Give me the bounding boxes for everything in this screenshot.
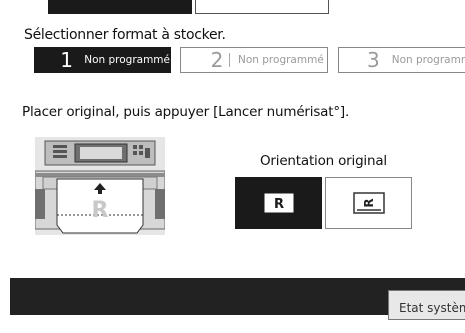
program-number: 1 <box>60 48 73 72</box>
scanner-display-screen <box>80 147 122 159</box>
program-label: Non programmé <box>84 54 170 66</box>
top-tab[interactable] <box>195 0 329 14</box>
program-number: 3 <box>367 48 380 72</box>
orientation-label: Orientation original <box>260 153 387 169</box>
orientation-portrait-button[interactable]: R <box>235 177 322 229</box>
scanner-illustration: R <box>35 137 165 235</box>
original-r-mark: R <box>92 198 109 223</box>
landscape-icon: R <box>352 192 385 214</box>
program-label: Non programm <box>391 54 465 66</box>
top-tab-active[interactable] <box>48 0 192 14</box>
program-button-2[interactable]: 2 Non programmé <box>180 47 328 73</box>
portrait-icon: R <box>264 193 293 213</box>
placement-instruction: Placer original, puis appuyer [Lancer nu… <box>22 104 350 120</box>
program-number: 2 <box>210 48 224 72</box>
orientation-landscape-button[interactable]: R <box>325 177 412 229</box>
system-status-button[interactable]: Etat systèm <box>388 290 465 320</box>
svg-text:R: R <box>362 198 376 207</box>
program-button-1[interactable]: 1 Non programmé <box>34 47 171 73</box>
svg-text:R: R <box>273 197 283 212</box>
program-button-3[interactable]: 3 Non programm <box>338 47 465 73</box>
program-separator <box>229 53 230 67</box>
format-section-label: Sélectionner format à stocker. <box>24 27 226 43</box>
program-label: Non programmé <box>238 54 324 66</box>
